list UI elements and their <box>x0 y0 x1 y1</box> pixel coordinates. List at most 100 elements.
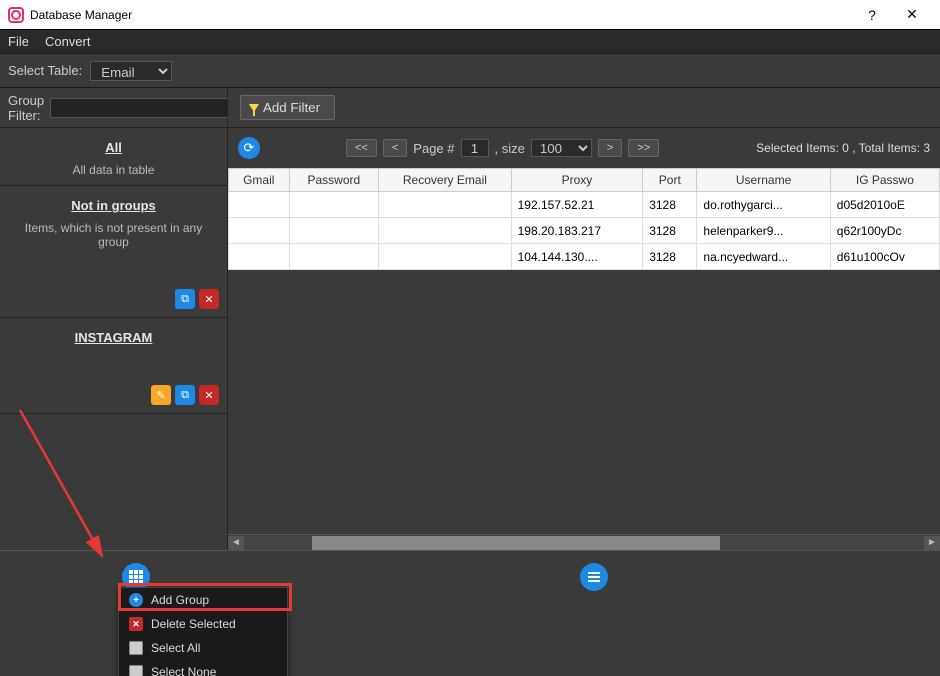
size-label: , size <box>495 141 525 156</box>
column-header[interactable]: Gmail <box>229 169 290 192</box>
ctx-delete-selected[interactable]: ✕ Delete Selected <box>119 612 287 636</box>
window-title: Database Manager <box>30 8 852 22</box>
group-all-sub: All data in table <box>8 163 219 177</box>
cell-password[interactable] <box>289 244 379 270</box>
prev-page-button[interactable]: < <box>383 139 407 157</box>
page-size-select[interactable]: 100 <box>531 139 592 157</box>
cell-port[interactable]: 3128 <box>643 218 697 244</box>
ctx-select-all[interactable]: Select All <box>119 636 287 660</box>
ctx-add-group[interactable]: + Add Group <box>119 588 287 612</box>
table-row[interactable]: 192.157.52.213128do.rothygarci...d05d201… <box>229 192 940 218</box>
cell-password[interactable] <box>289 192 379 218</box>
select-table-bar: Select Table: Email <box>0 54 940 88</box>
copy-icon[interactable]: ⧉ <box>175 385 195 405</box>
menu-file[interactable]: File <box>8 34 29 49</box>
add-filter-button[interactable]: Add Filter <box>240 95 335 120</box>
group-all-title: All <box>8 140 219 155</box>
menubar: File Convert <box>0 30 940 54</box>
scroll-track[interactable] <box>244 536 924 550</box>
delete-icon[interactable]: ✕ <box>199 385 219 405</box>
checkbox-empty-icon <box>129 665 143 676</box>
select-table-label: Select Table: <box>8 63 82 78</box>
cell-port[interactable]: 3128 <box>643 244 697 270</box>
cell-igpass[interactable]: q62r100yDc <box>830 218 939 244</box>
table-row[interactable]: 104.144.130....3128na.ncyedward...d61u10… <box>229 244 940 270</box>
group-notin-actions: ⧉ ✕ <box>8 289 219 309</box>
delete-icon[interactable]: ✕ <box>199 289 219 309</box>
page-input[interactable] <box>461 139 489 157</box>
group-filter-input[interactable] <box>50 98 237 118</box>
cell-igpass[interactable]: d61u100cOv <box>830 244 939 270</box>
copy-icon[interactable]: ⧉ <box>175 289 195 309</box>
checkbox-icon <box>129 641 143 655</box>
cell-gmail[interactable] <box>229 218 290 244</box>
content: Add Filter ⟳ << < Page # , size 100 > >>… <box>228 88 940 550</box>
group-ig-title: INSTAGRAM <box>8 330 219 345</box>
cell-username[interactable]: helenparker9... <box>697 218 830 244</box>
group-notin-sub: Items, which is not present in any group <box>8 221 219 249</box>
cell-recovery[interactable] <box>379 244 511 270</box>
column-header[interactable]: Recovery Email <box>379 169 511 192</box>
group-instagram[interactable]: INSTAGRAM ✎ ⧉ ✕ <box>0 318 227 414</box>
cell-recovery[interactable] <box>379 192 511 218</box>
cell-igpass[interactable]: d05d2010oE <box>830 192 939 218</box>
horizontal-scrollbar[interactable]: ◄ ► <box>228 534 940 550</box>
column-header[interactable]: Password <box>289 169 379 192</box>
help-button[interactable]: ? <box>852 7 892 23</box>
context-menu: + Add Group ✕ Delete Selected Select All… <box>118 587 288 676</box>
menu-convert[interactable]: Convert <box>45 34 91 49</box>
group-filter-row: Group Filter: <box>0 88 227 128</box>
column-header[interactable]: Port <box>643 169 697 192</box>
pager: ⟳ << < Page # , size 100 > >> Selected I… <box>228 128 940 168</box>
page-label: Page # <box>413 141 454 156</box>
ctx-add-group-label: Add Group <box>151 593 209 607</box>
add-filter-label: Add Filter <box>263 100 320 115</box>
last-page-button[interactable]: >> <box>628 139 659 157</box>
funnel-icon <box>249 104 259 112</box>
close-button[interactable]: ✕ <box>892 6 932 23</box>
cell-password[interactable] <box>289 218 379 244</box>
cell-username[interactable]: na.ncyedward... <box>697 244 830 270</box>
next-page-button[interactable]: > <box>598 139 622 157</box>
cell-proxy[interactable]: 192.157.52.21 <box>511 192 643 218</box>
ctx-select-all-label: Select All <box>151 641 200 655</box>
sidebar: Group Filter: All All data in table Not … <box>0 88 228 550</box>
group-filter-label: Group Filter: <box>8 93 44 123</box>
cell-username[interactable]: do.rothygarci... <box>697 192 830 218</box>
cell-port[interactable]: 3128 <box>643 192 697 218</box>
select-table-dropdown[interactable]: Email <box>90 61 172 81</box>
scroll-thumb[interactable] <box>312 536 720 550</box>
titlebar: Database Manager ? ✕ <box>0 0 940 30</box>
column-header[interactable]: Proxy <box>511 169 643 192</box>
edit-icon[interactable]: ✎ <box>151 385 171 405</box>
cell-proxy[interactable]: 198.20.183.217 <box>511 218 643 244</box>
list-menu-button[interactable] <box>580 563 608 591</box>
group-ig-actions: ✎ ⧉ ✕ <box>8 385 219 405</box>
table-row[interactable]: 198.20.183.2173128helenparker9...q62r100… <box>229 218 940 244</box>
cell-proxy[interactable]: 104.144.130.... <box>511 244 643 270</box>
cell-gmail[interactable] <box>229 192 290 218</box>
main-area: Group Filter: All All data in table Not … <box>0 88 940 550</box>
group-all[interactable]: All All data in table <box>0 128 227 186</box>
scroll-right-arrow[interactable]: ► <box>924 536 940 550</box>
group-not-in-groups[interactable]: Not in groups Items, which is not presen… <box>0 186 227 318</box>
pager-status: Selected Items: 0 , Total Items: 3 <box>756 141 930 155</box>
cell-gmail[interactable] <box>229 244 290 270</box>
ctx-select-none-label: Select None <box>151 665 216 676</box>
data-table: GmailPasswordRecovery EmailProxyPortUser… <box>228 168 940 270</box>
column-header[interactable]: IG Passwo <box>830 169 939 192</box>
column-header[interactable]: Username <box>697 169 830 192</box>
group-notin-title: Not in groups <box>8 198 219 213</box>
ctx-select-none[interactable]: Select None <box>119 660 287 676</box>
x-icon: ✕ <box>129 617 143 631</box>
app-icon <box>8 7 24 23</box>
first-page-button[interactable]: << <box>346 139 377 157</box>
plus-icon: + <box>129 593 143 607</box>
scroll-left-arrow[interactable]: ◄ <box>228 536 244 550</box>
cell-recovery[interactable] <box>379 218 511 244</box>
refresh-button[interactable]: ⟳ <box>238 137 260 159</box>
ctx-delete-selected-label: Delete Selected <box>151 617 236 631</box>
table-wrap: GmailPasswordRecovery EmailProxyPortUser… <box>228 168 940 534</box>
filter-bar: Add Filter <box>228 88 940 128</box>
footer: + Add Group ✕ Delete Selected Select All… <box>0 550 940 676</box>
